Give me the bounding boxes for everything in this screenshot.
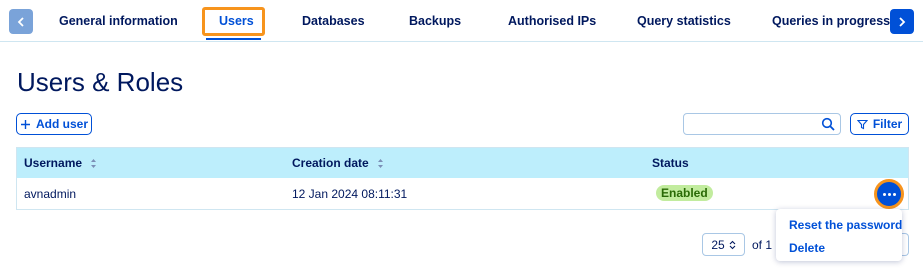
cell-username: avnadmin	[24, 187, 77, 201]
filter-label: Filter	[872, 117, 903, 131]
tab-bar: General information Users Databases Back…	[0, 0, 923, 42]
tab-general-information[interactable]: General information	[59, 14, 178, 28]
menu-item-reset-password[interactable]: Reset the password	[789, 218, 902, 232]
ellipsis-dot	[892, 192, 896, 196]
table-header-row: Username Creation date Status	[17, 148, 908, 178]
plus-icon	[20, 119, 30, 129]
tab-queries-in-progress[interactable]: Queries in progress	[772, 14, 890, 28]
column-header-creation-date[interactable]: Creation date	[292, 156, 384, 170]
filter-button[interactable]: Filter	[850, 113, 909, 135]
search-input[interactable]	[690, 114, 820, 134]
cell-creation-date: 12 Jan 2024 08:11:31	[292, 187, 408, 201]
add-user-button[interactable]: Add user	[16, 113, 92, 135]
page-size-value: 25	[711, 237, 725, 252]
search-icon[interactable]	[821, 117, 835, 131]
users-table: Username Creation date Status avnadmin 1…	[16, 147, 909, 210]
chevron-left-icon	[17, 16, 24, 27]
sort-icon[interactable]	[377, 158, 384, 169]
tabs-prev-button[interactable]	[9, 9, 33, 34]
column-header-username-label: Username	[24, 156, 83, 170]
row-actions-button[interactable]	[874, 179, 904, 209]
tab-databases[interactable]: Databases	[302, 14, 365, 28]
filter-icon	[856, 119, 868, 129]
page-title: Users & Roles	[17, 67, 184, 97]
tabs-next-button[interactable]	[890, 9, 914, 34]
active-tab-underline	[206, 38, 261, 40]
column-header-creation-date-label: Creation date	[292, 156, 369, 170]
row-actions-menu: Reset the password Delete	[776, 209, 902, 261]
column-header-status: Status	[652, 156, 689, 170]
column-header-username[interactable]: Username	[24, 156, 97, 170]
sort-icon[interactable]	[90, 158, 97, 169]
tab-backups[interactable]: Backups	[409, 14, 461, 28]
search-box	[683, 113, 841, 135]
column-header-status-label: Status	[652, 156, 689, 170]
ellipsis-dot	[887, 192, 891, 196]
add-user-label: Add user	[35, 117, 88, 131]
ellipsis-icon	[882, 192, 886, 196]
chevron-updown-icon	[729, 240, 736, 249]
table-row: avnadmin 12 Jan 2024 08:11:31 Enabled	[17, 178, 908, 209]
tab-authorised-ips[interactable]: Authorised IPs	[508, 14, 596, 28]
status-badge: Enabled	[656, 185, 713, 201]
menu-item-delete[interactable]: Delete	[789, 241, 825, 255]
tab-users[interactable]: Users	[219, 14, 254, 28]
page-size-select[interactable]: 25	[702, 233, 745, 256]
chevron-right-icon	[899, 16, 906, 27]
tab-query-statistics[interactable]: Query statistics	[637, 14, 731, 28]
